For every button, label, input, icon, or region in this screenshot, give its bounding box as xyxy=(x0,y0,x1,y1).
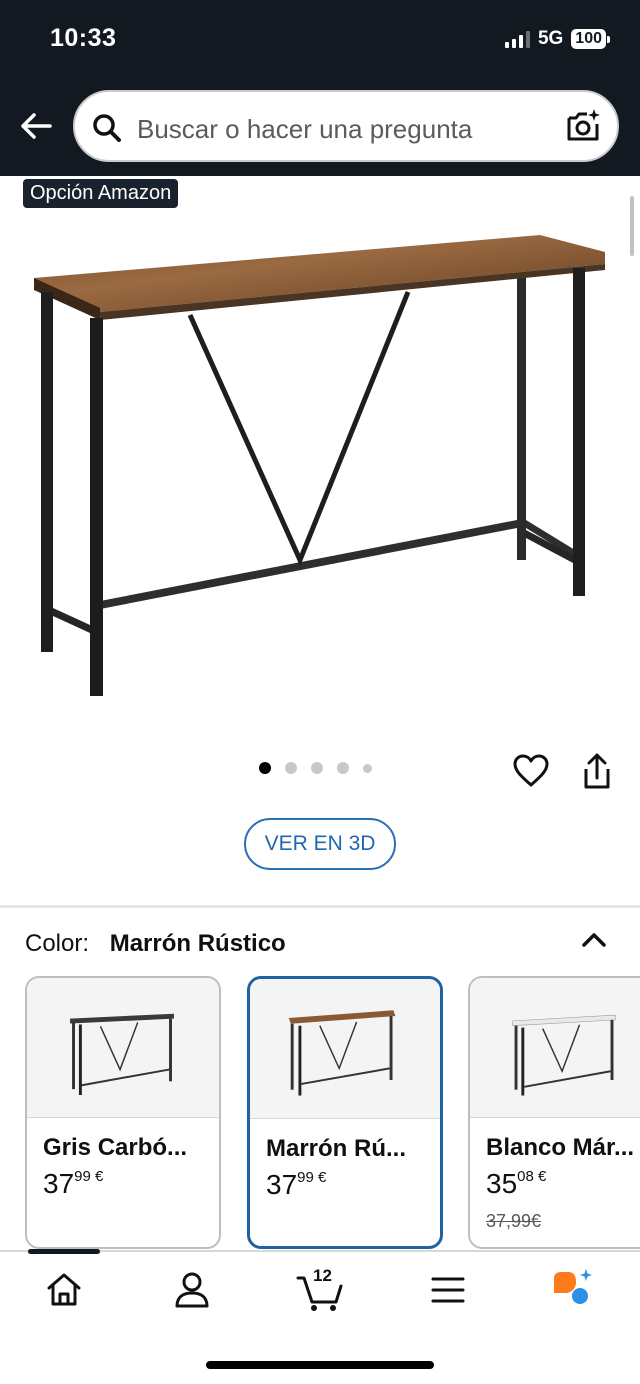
carousel-dot[interactable] xyxy=(337,762,349,774)
color-option-price: 3799 € xyxy=(266,1169,327,1200)
chevron-up-icon[interactable] xyxy=(578,924,610,956)
image-carousel-dots[interactable] xyxy=(259,762,372,774)
status-icons: 5G 100 xyxy=(504,28,610,50)
battery-level: 100 xyxy=(571,29,606,49)
menu-icon[interactable] xyxy=(428,1270,468,1310)
carousel-dot[interactable] xyxy=(311,762,323,774)
search-icon xyxy=(93,114,121,142)
color-option-name: Marrón Rú... xyxy=(266,1135,407,1162)
color-option-thumbnail xyxy=(250,979,440,1119)
back-arrow-icon[interactable] xyxy=(16,106,56,146)
carousel-dot[interactable] xyxy=(259,762,271,774)
color-option-gris-carbon[interactable]: Gris Carbó... 3799 € xyxy=(25,976,221,1249)
share-icon[interactable] xyxy=(578,752,616,792)
page-scrollbar[interactable] xyxy=(630,196,634,256)
active-tab-indicator xyxy=(28,1249,100,1254)
color-option-name: Gris Carbó... xyxy=(43,1134,188,1161)
color-label: Color: xyxy=(25,930,90,957)
amazon-choice-badge: Opción Amazon xyxy=(23,179,179,208)
signal-icon xyxy=(504,30,530,48)
color-option-price: 3508 € xyxy=(486,1168,547,1199)
carousel-dot[interactable] xyxy=(363,763,372,773)
heart-icon[interactable] xyxy=(512,752,550,790)
section-divider xyxy=(0,905,640,908)
camera-search-icon[interactable] xyxy=(563,106,603,146)
home-icon[interactable] xyxy=(44,1270,84,1310)
account-icon[interactable] xyxy=(172,1270,212,1310)
home-indicator xyxy=(206,1361,434,1369)
cart-count-badge: 12 xyxy=(313,1266,332,1285)
color-option-name: Blanco Már... xyxy=(486,1134,635,1161)
rufus-assistant-icon[interactable] xyxy=(550,1266,596,1312)
color-option-old-price: 37,99€ xyxy=(486,1211,542,1231)
carousel-dot[interactable] xyxy=(285,762,297,774)
color-selector-header[interactable]: Color: Marrón Rústico xyxy=(25,930,286,958)
network-type: 5G xyxy=(537,28,564,49)
product-image[interactable] xyxy=(30,230,610,710)
view-3d-button[interactable]: VER EN 3D xyxy=(244,818,396,870)
search-placeholder: Buscar o hacer una pregunta xyxy=(137,114,473,144)
color-selected-value: Marrón Rústico xyxy=(109,930,286,957)
color-option-price: 3799 € xyxy=(43,1168,104,1199)
app-header: 10:33 5G 100 Buscar o hacer una pregunta xyxy=(0,0,640,176)
color-option-blanco-marmol[interactable]: Blanco Már... 3508 € 37,99€ xyxy=(468,976,640,1249)
color-option-thumbnail xyxy=(470,978,640,1118)
battery-icon: 100 xyxy=(571,29,610,49)
status-time: 10:33 xyxy=(50,24,117,52)
search-input[interactable]: Buscar o hacer una pregunta xyxy=(73,90,619,162)
color-option-thumbnail xyxy=(27,978,219,1118)
color-option-marron-rustico[interactable]: Marrón Rú... 3799 € xyxy=(247,976,443,1249)
